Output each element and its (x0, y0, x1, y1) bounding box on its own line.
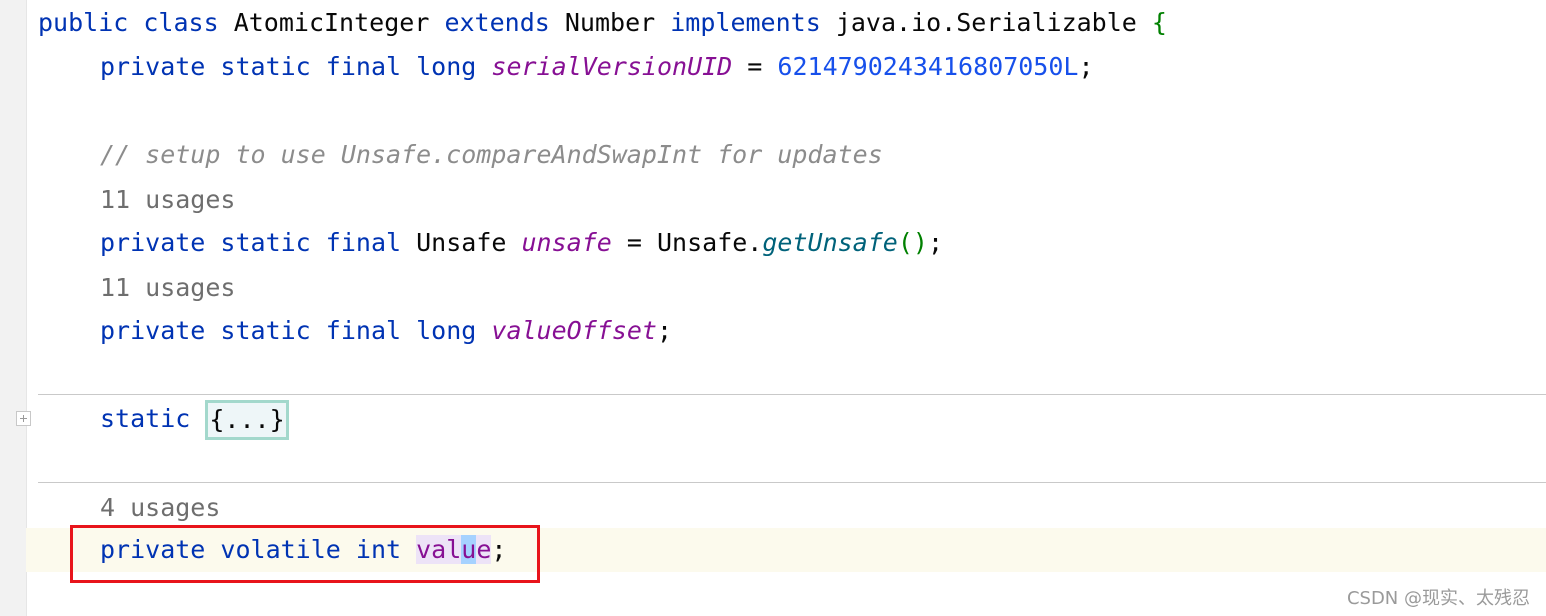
keyword: private (100, 228, 206, 257)
keyword: static (220, 52, 311, 81)
code-line-serial-version[interactable]: private static final long serialVersionU… (100, 45, 1094, 89)
method-separator (38, 394, 1546, 395)
number-literal: 6214790243416807050L (777, 52, 1079, 81)
class-reference: Unsafe. (657, 228, 763, 257)
fold-expand-icon[interactable] (16, 411, 31, 426)
method-separator (38, 482, 1546, 483)
code-line-static-block[interactable]: static {...} (100, 397, 289, 441)
keyword: public (38, 8, 129, 37)
keyword: static (220, 316, 311, 345)
type-name: Unsafe (416, 228, 507, 257)
keyword: static (220, 228, 311, 257)
class-name: AtomicInteger (233, 8, 430, 37)
usages-hint[interactable]: 4 usages (100, 486, 220, 530)
keyword: final (325, 52, 402, 81)
keyword: private (100, 316, 206, 345)
code-line-unsafe[interactable]: private static final Unsafe unsafe = Uns… (100, 221, 943, 265)
keyword: static (100, 404, 191, 433)
code-line-class-declaration[interactable]: public class AtomicInteger extends Numbe… (38, 1, 1167, 45)
code-comment[interactable]: // setup to use Unsafe.compareAndSwapInt… (100, 133, 883, 177)
keyword: long (416, 316, 477, 345)
keyword: private (100, 52, 206, 81)
semicolon: ; (656, 316, 673, 345)
highlight-annotation-box (70, 525, 540, 583)
semicolon: ; (927, 228, 943, 257)
code-line-value-offset[interactable]: private static final long valueOffset; (100, 309, 672, 353)
keyword: final (325, 316, 402, 345)
operator: = (626, 228, 642, 257)
parentheses: () (897, 228, 928, 257)
keyword: class (143, 8, 219, 37)
keyword: final (325, 228, 402, 257)
editor-gutter (0, 0, 27, 616)
operator: = (747, 52, 763, 81)
field-name: serialVersionUID (491, 52, 733, 81)
usages-hint[interactable]: 11 usages (100, 266, 235, 310)
folded-code-block[interactable]: {...} (205, 400, 289, 440)
watermark: CSDN @现实、太残忍 (1346, 588, 1530, 609)
open-brace: { (1151, 8, 1167, 37)
parent-class: Number (564, 8, 656, 37)
keyword: implements (670, 8, 821, 37)
interface-name: java.io.Serializable (835, 8, 1137, 37)
field-name: unsafe (521, 228, 612, 257)
field-name: valueOffset (491, 316, 657, 345)
keyword: extends (444, 8, 550, 37)
keyword: long (416, 52, 477, 81)
usages-hint[interactable]: 11 usages (100, 178, 235, 222)
method-call: getUnsafe (762, 228, 898, 257)
semicolon: ; (1078, 52, 1094, 81)
